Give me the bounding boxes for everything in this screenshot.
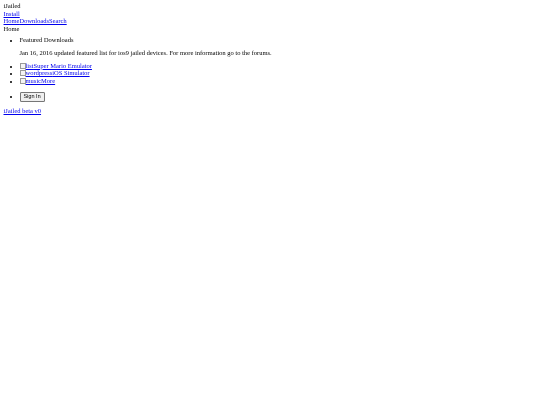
download-link-more[interactable]: musicMore [19, 78, 55, 85]
featured-heading: Featured Downloads [20, 37, 540, 45]
featured-section: Featured Downloads [4, 37, 540, 45]
download-link-super-mario-emulator[interactable]: listSuper Mario Emulator [19, 62, 92, 70]
nav-search-link[interactable]: Search [49, 18, 67, 25]
download-link-ios-simulator[interactable]: wordpressiOS Simulator [19, 70, 90, 77]
breadcrumb: Home [3, 25, 20, 33]
auth-section: Sign In [4, 91, 540, 102]
page: iJailed Install HomeDownloadsSearch Home… [0, 0, 540, 405]
nav-downloads-link[interactable]: Downloads [19, 18, 49, 25]
main-nav: HomeDownloadsSearch [4, 18, 540, 26]
download-item: wordpressiOS Simulator [19, 70, 540, 78]
footer-version-link[interactable]: iJailed beta v0 [4, 108, 42, 115]
sign-in-button[interactable]: Sign In [19, 91, 45, 102]
sign-in-item: Sign In [19, 91, 540, 102]
nav-home-link[interactable]: Home [4, 18, 20, 25]
download-item: listSuper Mario Emulator [19, 62, 540, 71]
footer: iJailed beta v0 [4, 108, 540, 116]
install-link[interactable]: Install [4, 11, 20, 18]
featured-description: Jan 16, 2016 updated featured list for i… [19, 49, 272, 57]
download-item: musicMore [19, 78, 540, 86]
downloads-list: listSuper Mario Emulator wordpressiOS Si… [4, 62, 540, 86]
site-title: iJailed [3, 3, 21, 10]
